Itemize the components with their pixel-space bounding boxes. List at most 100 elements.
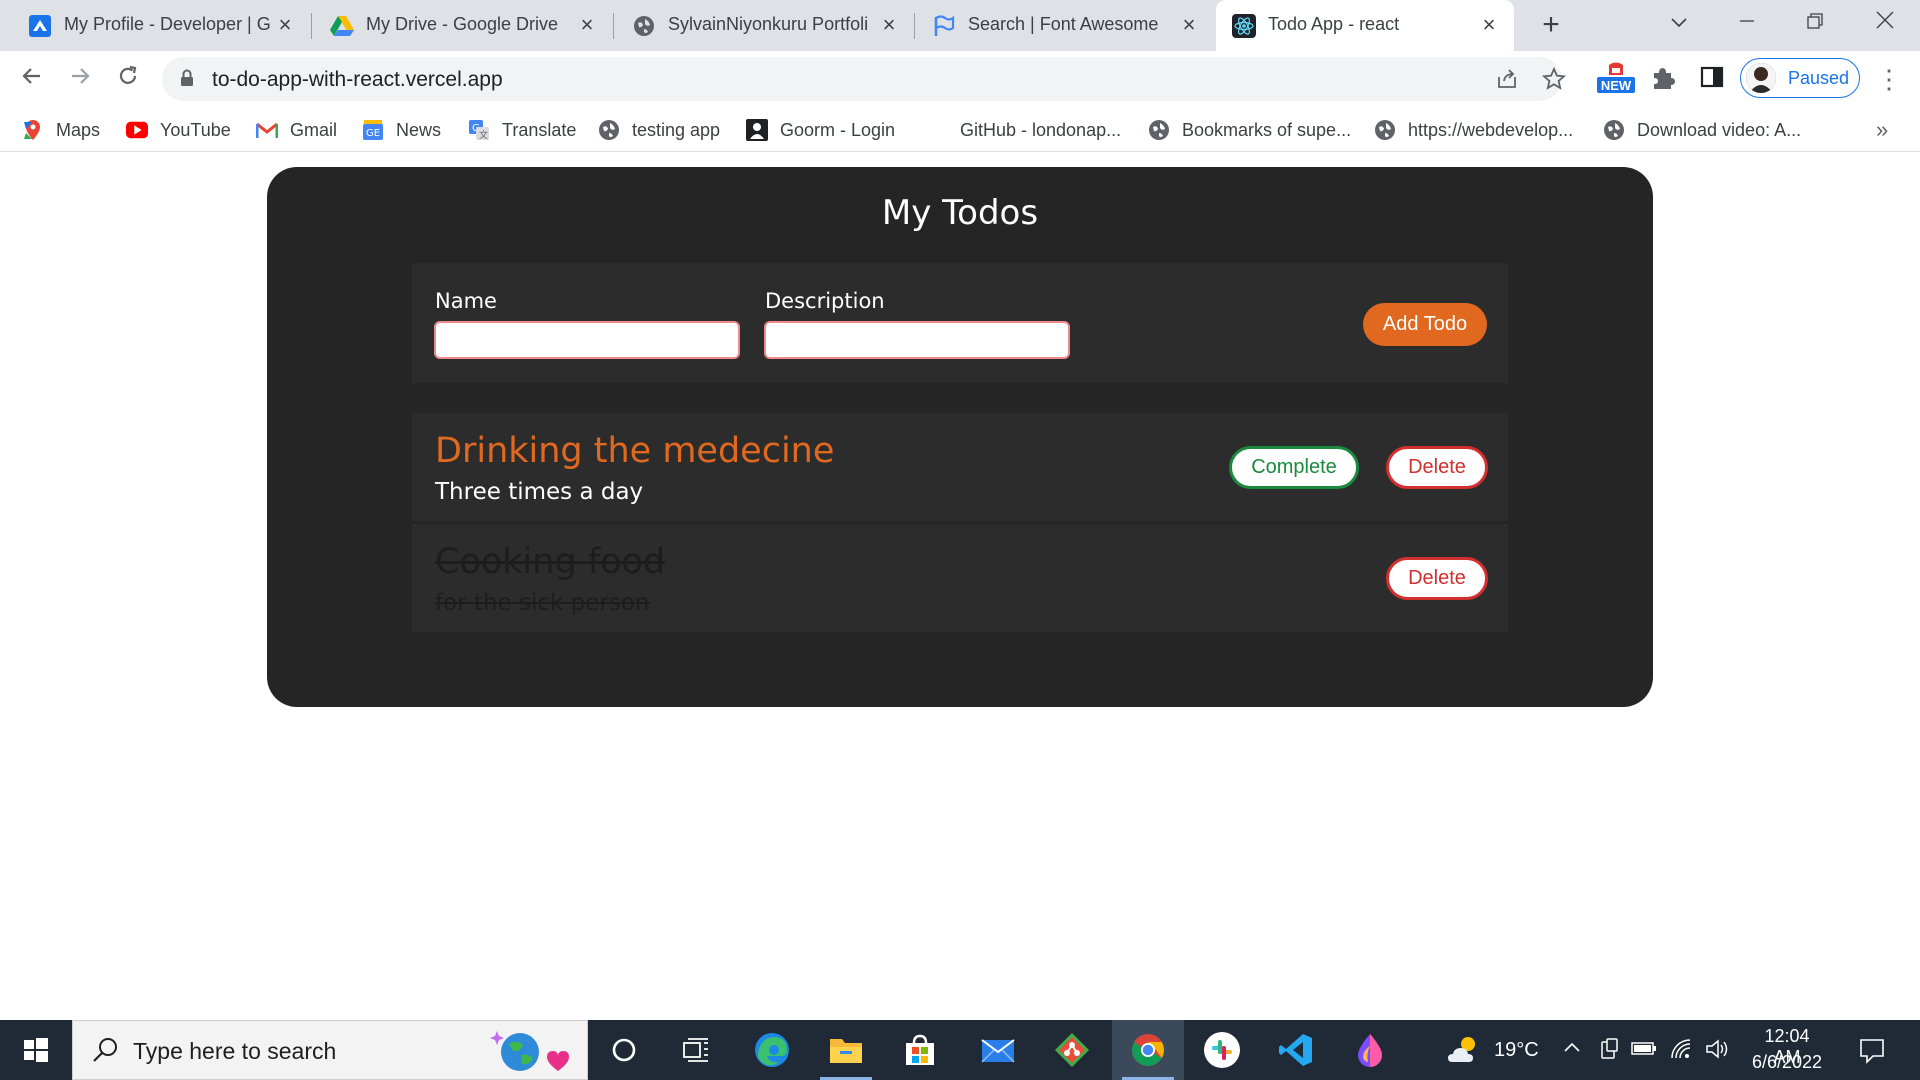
bookmark-testing-app[interactable]: testing app xyxy=(598,117,720,143)
globe-icon xyxy=(1374,119,1396,141)
minimize-button[interactable] xyxy=(1724,6,1770,38)
bookmark-label: GitHub - londonap... xyxy=(960,119,1122,140)
bookmarks-overflow-button[interactable]: » xyxy=(1876,117,1888,143)
volume-icon[interactable] xyxy=(1705,1038,1729,1062)
vscode-icon[interactable] xyxy=(1260,1020,1332,1080)
tab-title: SylvainNiyonkuru Portfoli xyxy=(668,14,869,34)
extensions-puzzle-icon[interactable] xyxy=(1650,65,1676,99)
weather-icon[interactable] xyxy=(1446,1034,1482,1066)
bookmark-label: Bookmarks of supe... xyxy=(1182,119,1352,140)
bookmark-gmail[interactable]: Gmail xyxy=(256,117,337,143)
tab-search-chevron-icon[interactable] xyxy=(1656,6,1702,38)
todo-name: Drinking the medecine xyxy=(435,431,835,471)
chevron-up-icon[interactable] xyxy=(1560,1038,1584,1062)
edge-icon[interactable] xyxy=(736,1020,808,1080)
maps-icon xyxy=(22,119,44,141)
bookmarks-bar: Maps YouTube Gmail GE News G文 Translate … xyxy=(0,107,1920,152)
slack-icon[interactable] xyxy=(1186,1020,1258,1080)
weather-temperature[interactable]: 19°C xyxy=(1494,1039,1539,1062)
tab-close-icon[interactable]: × xyxy=(272,12,298,38)
add-todo-button[interactable]: Add Todo xyxy=(1363,303,1487,346)
globe-icon xyxy=(632,14,656,38)
bookmark-news[interactable]: GE News xyxy=(362,117,441,143)
battery-icon[interactable] xyxy=(1631,1038,1656,1062)
bookmark-label: testing app xyxy=(632,119,721,140)
side-panel-icon[interactable] xyxy=(1700,65,1724,99)
bookmark-youtube[interactable]: YouTube xyxy=(126,117,231,143)
restore-button[interactable] xyxy=(1792,6,1838,38)
description-label: Description xyxy=(765,289,885,313)
tab-font-awesome[interactable]: Search | Font Awesome × xyxy=(904,0,1214,51)
file-explorer-icon[interactable] xyxy=(810,1020,882,1080)
profile-button[interactable]: Paused xyxy=(1740,58,1860,98)
tab-google-drive[interactable]: My Drive - Google Drive × xyxy=(302,0,612,51)
tab-close-icon[interactable]: × xyxy=(574,12,600,38)
tab-close-icon[interactable]: × xyxy=(1476,12,1502,38)
reload-button[interactable] xyxy=(112,63,144,95)
address-bar[interactable]: to-do-app-with-react.vercel.app xyxy=(162,57,1567,101)
bookmark-star-icon[interactable] xyxy=(1541,66,1567,93)
todo-description: for the sick person xyxy=(435,590,650,616)
search-icon xyxy=(91,1035,123,1067)
chrome-icon[interactable] xyxy=(1112,1020,1184,1080)
tab-todo-app[interactable]: Todo App - react × xyxy=(1216,0,1514,51)
complete-button[interactable]: Complete xyxy=(1229,446,1359,489)
bookmark-bookmarks-of-supe[interactable]: Bookmarks of supe... xyxy=(1148,117,1351,143)
bookmark-maps[interactable]: Maps xyxy=(22,117,100,143)
tab-title: My Drive - Google Drive xyxy=(366,14,559,34)
todo-item-completed: Cooking food for the sick person Delete xyxy=(412,524,1508,632)
translate-icon: G文 xyxy=(468,119,490,141)
extension-badge: NEW xyxy=(1600,78,1632,93)
forward-button[interactable] xyxy=(64,63,96,95)
tab-developer-profile[interactable]: My Profile - Developer | G × xyxy=(0,0,310,51)
person-icon xyxy=(746,119,768,141)
wifi-icon[interactable] xyxy=(1670,1038,1694,1062)
tab-close-icon[interactable]: × xyxy=(876,12,902,38)
delete-button[interactable]: Delete xyxy=(1386,446,1488,489)
profile-status: Paused xyxy=(1788,68,1850,88)
todo-item: Drinking the medecine Three times a day … xyxy=(412,413,1508,521)
notification-icon[interactable] xyxy=(1858,1036,1886,1064)
task-view-icon[interactable] xyxy=(660,1020,732,1080)
browser-menu-icon[interactable]: ⋮ xyxy=(1876,61,1902,97)
delete-button[interactable]: Delete xyxy=(1386,557,1488,600)
microsoft-store-icon[interactable] xyxy=(884,1020,956,1080)
svg-text:文: 文 xyxy=(479,129,488,141)
windows-taskbar: Type here to search 19°C 12:04 AM 6/6/20… xyxy=(0,1020,1920,1080)
description-input[interactable] xyxy=(764,321,1070,359)
page-title: My Todos xyxy=(881,193,1039,233)
bookmark-goorm-login[interactable]: Goorm - Login xyxy=(746,117,895,143)
bookmark-webdevelop[interactable]: https://webdevelop... xyxy=(1374,117,1573,143)
tab-portfolio[interactable]: SylvainNiyonkuru Portfoli × xyxy=(604,0,914,51)
mail-icon[interactable] xyxy=(962,1020,1034,1080)
google-drive-icon xyxy=(330,14,354,38)
tab-close-icon[interactable]: × xyxy=(1176,12,1202,38)
bookmark-download-video[interactable]: Download video: A... xyxy=(1603,117,1801,143)
svg-text:GE: GE xyxy=(366,128,380,139)
add-todo-form: Name Description Add Todo xyxy=(412,263,1508,383)
device-icon[interactable] xyxy=(1597,1038,1621,1062)
avatar xyxy=(1746,63,1776,93)
back-button[interactable] xyxy=(16,63,48,95)
start-button[interactable] xyxy=(0,1020,72,1080)
extension-new-icon[interactable]: NEW xyxy=(1596,61,1636,95)
search-highlights-icon xyxy=(475,1029,579,1073)
url-text[interactable]: to-do-app-with-react.vercel.app xyxy=(212,68,503,92)
new-tab-button[interactable]: + xyxy=(1535,9,1567,41)
gmail-icon xyxy=(256,119,278,141)
bookmark-translate[interactable]: G文 Translate xyxy=(468,117,576,143)
globe-icon xyxy=(1603,119,1625,141)
close-window-button[interactable] xyxy=(1862,6,1908,38)
browser-toolbar: to-do-app-with-react.vercel.app NEW Paus… xyxy=(0,51,1920,107)
lock-icon[interactable] xyxy=(180,69,194,87)
clock-date[interactable]: 6/6/2022 xyxy=(1748,1052,1826,1073)
bookmark-github[interactable]: GitHub - londonap... xyxy=(960,117,1121,143)
bookmark-label: YouTube xyxy=(160,119,231,140)
cortana-icon[interactable] xyxy=(588,1020,660,1080)
taskbar-search-box[interactable]: Type here to search xyxy=(72,1020,588,1080)
name-input[interactable] xyxy=(434,321,740,359)
git-icon[interactable] xyxy=(1036,1020,1108,1080)
bookmark-label: Translate xyxy=(502,119,577,140)
share-icon[interactable] xyxy=(1494,67,1520,93)
paint-icon[interactable] xyxy=(1334,1020,1406,1080)
